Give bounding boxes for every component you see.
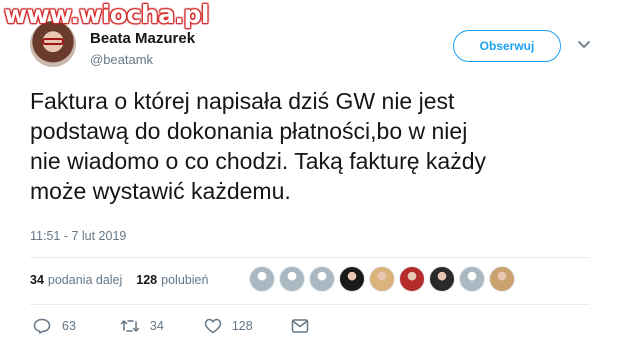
follow-button[interactable]: Obserwuj [453, 30, 561, 62]
retweets-stat-count: 34 [30, 273, 44, 287]
retweets-stat-label: podania dalej [47, 273, 123, 287]
liker-avatar[interactable] [429, 266, 455, 292]
retweets-stat[interactable]: 34 podania dalej [30, 273, 122, 287]
liker-avatar[interactable] [369, 266, 395, 292]
author-name[interactable]: Beata Mazurek [90, 30, 195, 47]
likes-stat-count: 128 [136, 273, 158, 287]
retweet-icon [120, 320, 140, 332]
liker-avatar[interactable] [489, 266, 515, 292]
direct-message-icon [291, 319, 308, 333]
like-action[interactable]: 128 [204, 318, 253, 334]
liker-avatar[interactable] [309, 266, 335, 292]
avatar-glasses [42, 38, 64, 45]
reply-count: 63 [62, 319, 76, 333]
tweet-actions: 63 34 128 [30, 318, 309, 334]
author-handle[interactable]: @beatamk [90, 52, 153, 67]
tweet-timestamp[interactable]: 11:51 - 7 lut 2019 [30, 229, 126, 243]
liker-avatar[interactable] [459, 266, 485, 292]
like-count: 128 [231, 319, 253, 333]
liker-avatar[interactable] [399, 266, 425, 292]
divider [30, 304, 590, 305]
likes-stat[interactable]: 128 polubień [136, 273, 208, 287]
liker-avatars [249, 266, 515, 292]
tweet-text: Faktura o której napisała dziś GW nie je… [30, 88, 486, 204]
chevron-down-icon[interactable] [577, 40, 591, 50]
liker-avatar[interactable] [279, 266, 305, 292]
retweet-count: 34 [149, 319, 164, 333]
retweet-action[interactable]: 34 [120, 318, 164, 334]
liker-avatar[interactable] [249, 266, 275, 292]
tweet-stats: 34 podania dalej 128 polubień [30, 273, 208, 287]
heart-icon [204, 318, 222, 334]
direct-message-action[interactable] [291, 318, 309, 334]
reply-icon [33, 318, 51, 334]
reply-action[interactable]: 63 [33, 318, 76, 334]
liker-avatar[interactable] [339, 266, 365, 292]
likes-stat-label: polubień [161, 273, 209, 287]
divider [30, 257, 590, 258]
watermark-logo: www.wiocha.pl [4, 0, 209, 29]
